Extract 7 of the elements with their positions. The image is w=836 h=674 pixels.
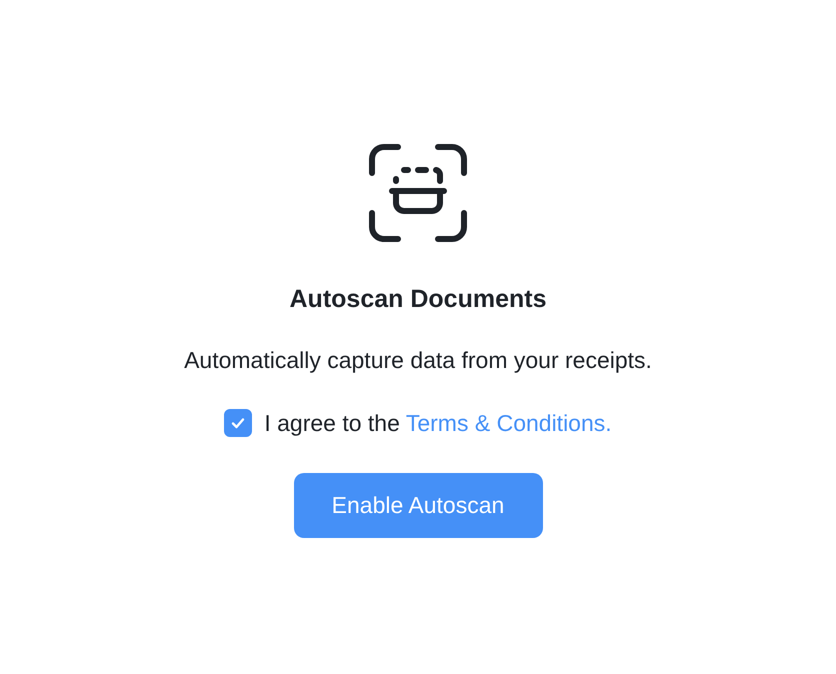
enable-button[interactable]: Enable Autoscan bbox=[294, 473, 542, 538]
agree-checkbox[interactable] bbox=[224, 409, 252, 437]
agreement-text: I agree to the Terms & Conditions. bbox=[264, 409, 612, 438]
description: Automatically capture data from your receipts. bbox=[184, 346, 652, 375]
terms-link[interactable]: Terms & Conditions. bbox=[406, 410, 612, 436]
title: Autoscan Documents bbox=[290, 284, 546, 315]
scan-icon bbox=[368, 143, 468, 243]
